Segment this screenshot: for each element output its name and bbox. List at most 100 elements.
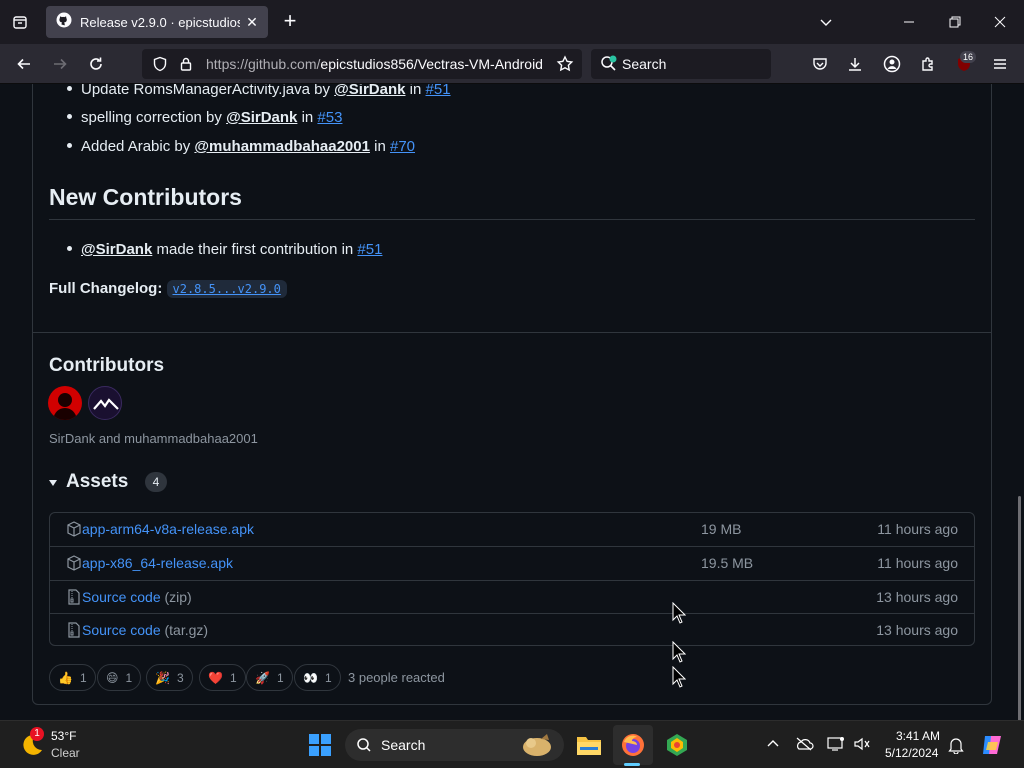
- browser-nav-bar: https://github.com/epicstudios856/Vectra…: [0, 44, 1024, 84]
- list-item: Added Arabic by @muhammadbahaa2001 in #7…: [67, 138, 415, 155]
- tab-list-icon[interactable]: [8, 10, 32, 34]
- restore-icon[interactable]: [943, 10, 967, 34]
- pr-link[interactable]: #53: [317, 109, 342, 126]
- url-bar[interactable]: https://github.com/epicstudios856/Vectra…: [142, 49, 582, 79]
- volume-muted-icon[interactable]: [852, 735, 872, 753]
- new-tab-button[interactable]: +: [278, 10, 302, 34]
- forward-icon[interactable]: [48, 52, 72, 76]
- list-item: spelling correction by @SirDank in #53: [67, 109, 342, 126]
- pocket-icon[interactable]: [808, 52, 832, 76]
- release-page: Update RomsManagerActivity.java by @SirD…: [0, 84, 1024, 720]
- asset-row: app-x86_64-release.apk 19.5 MB 11 hours …: [50, 546, 974, 579]
- reactions-summary: 3 people reacted: [348, 670, 445, 685]
- asset-size: 19 MB: [701, 521, 742, 537]
- reload-icon[interactable]: [84, 52, 108, 76]
- browser-tab-bar: Release v2.9.0 · epicstudios856/ ✕ +: [0, 0, 1024, 44]
- taskbar-search-label: Search: [381, 737, 426, 753]
- reaction-eyes[interactable]: 👀 1: [294, 664, 341, 691]
- active-tab[interactable]: Release v2.9.0 · epicstudios856/ ✕: [46, 6, 268, 38]
- weather-temp[interactable]: 53°F: [51, 729, 76, 743]
- url-text[interactable]: https://github.com/epicstudios856/Vectra…: [206, 56, 546, 72]
- search-highlight-icon: [517, 731, 557, 759]
- back-icon[interactable]: [12, 52, 36, 76]
- package-icon: [66, 555, 82, 571]
- copilot-icon[interactable]: [978, 731, 1006, 759]
- asset-size: 19.5 MB: [701, 555, 754, 571]
- contributors-names: SirDank and muhammadbahaa2001: [49, 431, 258, 446]
- downloads-icon[interactable]: [843, 52, 867, 76]
- display-icon[interactable]: [826, 735, 846, 753]
- reaction-hooray[interactable]: 🎉 3: [146, 664, 193, 691]
- package-icon: [66, 521, 82, 537]
- clock-time[interactable]: 3:41 AM: [896, 729, 940, 743]
- list-item: @SirDank made their first contribution i…: [67, 241, 382, 258]
- notification-bell-icon[interactable]: [946, 735, 966, 755]
- asset-row: Source code (zip) 13 hours ago: [50, 580, 974, 613]
- reaction-rocket[interactable]: 🚀 1: [246, 664, 293, 691]
- show-hidden-icons-chevron-up-icon[interactable]: [764, 735, 782, 753]
- asset-link[interactable]: app-x86_64-release.apk: [82, 555, 233, 571]
- file-zip-icon: [66, 589, 82, 605]
- user-link[interactable]: @SirDank: [226, 109, 297, 126]
- windows-taskbar: 1 53°F Clear Search 3:41 AM 5/12/2024: [0, 720, 1024, 768]
- mouse-cursor-icon: [672, 641, 686, 663]
- tab-title: Release v2.9.0 · epicstudios856/: [80, 14, 240, 30]
- weather-desc[interactable]: Clear: [51, 746, 80, 760]
- mouse-cursor-icon: [672, 602, 686, 624]
- search-bar[interactable]: Search: [591, 49, 771, 79]
- windows-start-icon[interactable]: [308, 733, 332, 757]
- taskbar-search[interactable]: Search: [345, 729, 564, 761]
- minimize-icon[interactable]: [897, 10, 921, 34]
- user-link[interactable]: @SirDank: [334, 84, 405, 98]
- asset-timestamp: 13 hours ago: [876, 589, 958, 605]
- avatar[interactable]: [88, 386, 122, 420]
- clock-date[interactable]: 5/12/2024: [885, 746, 938, 760]
- pr-link[interactable]: #51: [426, 84, 451, 98]
- heading-divider: [49, 219, 975, 220]
- pr-link[interactable]: #51: [357, 241, 382, 258]
- reaction-laugh[interactable]: 😄 1: [97, 664, 142, 691]
- user-link[interactable]: @SirDank: [81, 241, 152, 258]
- asset-link[interactable]: Source code (zip): [82, 589, 192, 605]
- onedrive-offline-icon[interactable]: [794, 735, 814, 753]
- asset-timestamp: 13 hours ago: [876, 622, 958, 638]
- lock-icon[interactable]: [178, 56, 194, 77]
- app-hexagon-icon[interactable]: [663, 731, 691, 759]
- firefox-icon[interactable]: [619, 731, 647, 759]
- asset-timestamp: 11 hours ago: [877, 555, 958, 571]
- pr-link[interactable]: #70: [390, 138, 415, 155]
- list-item: Update RomsManagerActivity.java by @SirD…: [67, 84, 451, 98]
- file-zip-icon: [66, 622, 82, 638]
- shield-icon[interactable]: [152, 56, 168, 77]
- assets-heading[interactable]: Assets: [66, 471, 128, 493]
- asset-link[interactable]: Source code (tar.gz): [82, 622, 208, 638]
- changelog-compare-link[interactable]: v2.8.5...v2.9.0: [166, 280, 287, 298]
- user-link[interactable]: @muhammadbahaa2001: [194, 138, 370, 155]
- asset-link[interactable]: app-arm64-v8a-release.apk: [82, 521, 254, 537]
- active-app-indicator: [624, 763, 640, 766]
- account-icon[interactable]: [880, 52, 904, 76]
- reaction-heart[interactable]: ❤️ 1: [199, 664, 246, 691]
- list-all-tabs-icon[interactable]: [814, 10, 838, 34]
- hamburger-menu-icon[interactable]: [988, 52, 1012, 76]
- mouse-cursor-icon: [672, 666, 686, 688]
- assets-count-badge: 4: [145, 472, 167, 492]
- weather-alert-badge: 1: [30, 727, 44, 741]
- github-icon: [56, 12, 72, 33]
- search-icon: [356, 737, 372, 758]
- close-window-icon[interactable]: [988, 10, 1012, 34]
- asset-row: Source code (tar.gz) 13 hours ago: [50, 613, 974, 645]
- extensions-icon[interactable]: [916, 52, 940, 76]
- asset-row: app-arm64-v8a-release.apk 19 MB 11 hours…: [50, 513, 974, 546]
- scrollbar-thumb[interactable]: [1018, 496, 1021, 720]
- tab-close-icon[interactable]: ✕: [244, 14, 260, 30]
- new-contributors-heading: New Contributors: [49, 184, 242, 210]
- reaction-thumbs-up[interactable]: 👍 1: [49, 664, 96, 691]
- asset-timestamp: 11 hours ago: [877, 521, 958, 537]
- bookmark-star-icon[interactable]: [556, 55, 574, 78]
- collapse-triangle-icon[interactable]: [49, 474, 59, 488]
- file-explorer-icon[interactable]: [575, 731, 603, 759]
- assets-list: app-arm64-v8a-release.apk 19 MB 11 hours…: [49, 512, 975, 646]
- avatar[interactable]: [48, 386, 82, 420]
- search-placeholder: Search: [622, 56, 667, 72]
